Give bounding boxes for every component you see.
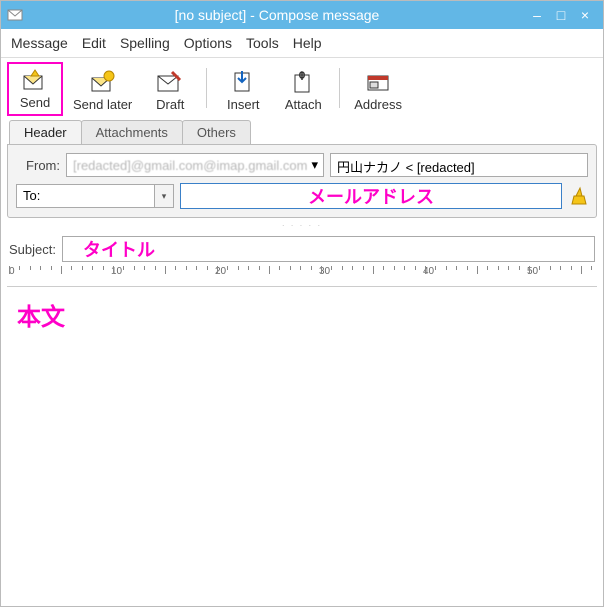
menu-options[interactable]: Options (184, 35, 232, 51)
maximize-button[interactable]: □ (549, 7, 573, 23)
from-name-value: 円山ナカノ < [redacted] (337, 160, 475, 175)
clear-recipients-button[interactable] (568, 186, 588, 206)
chevron-down-icon: ▾ (162, 191, 167, 202)
draft-label: Draft (156, 97, 184, 112)
editor-ruler: 0 10 20 30 40 50 (1, 266, 603, 286)
draft-button[interactable]: Draft (142, 62, 198, 116)
header-panel: From: [redacted]@gmail.com@imap.gmail.co… (7, 144, 597, 218)
insert-icon (229, 70, 257, 97)
send-button[interactable]: Send (7, 62, 63, 116)
panel-resize-gripper[interactable]: · · · · · (1, 218, 603, 232)
send-icon (21, 68, 49, 95)
title-bar: [no subject] - Compose message – □ × (1, 1, 603, 29)
subject-label: Subject: (9, 242, 56, 257)
annotation-body: 本文 (17, 304, 65, 331)
annotation-title: タイトル (83, 236, 155, 262)
from-value: [redacted]@gmail.com@imap.gmail.com (73, 158, 307, 173)
menu-message[interactable]: Message (11, 35, 68, 51)
subject-input[interactable]: タイトル (62, 236, 595, 262)
close-button[interactable]: × (573, 7, 597, 23)
recipient-type-dropdown-button[interactable]: ▾ (154, 184, 174, 208)
attach-label: Attach (285, 97, 322, 112)
send-later-label: Send later (73, 97, 132, 112)
compose-tabs: Header Attachments Others (1, 120, 603, 144)
address-label: Address (354, 97, 402, 112)
recipient-type-select[interactable]: To: ▾ (16, 184, 174, 208)
recipient-address-input[interactable]: メールアドレス (180, 183, 562, 209)
menu-bar: Message Edit Spelling Options Tools Help (1, 29, 603, 58)
toolbar-separator-2 (339, 68, 340, 108)
minimize-button[interactable]: – (525, 7, 549, 23)
menu-tools[interactable]: Tools (246, 35, 279, 51)
insert-button[interactable]: Insert (215, 62, 271, 116)
subject-row: Subject: タイトル (1, 232, 603, 266)
tab-others[interactable]: Others (182, 120, 251, 144)
insert-label: Insert (227, 97, 260, 112)
from-name-field[interactable]: 円山ナカノ < [redacted] (330, 153, 588, 177)
from-label: From: (16, 158, 60, 173)
send-later-icon (89, 70, 117, 97)
menu-help[interactable]: Help (293, 35, 322, 51)
tab-header[interactable]: Header (9, 120, 82, 144)
tab-attachments[interactable]: Attachments (81, 120, 183, 144)
toolbar-separator (206, 68, 207, 108)
attach-icon (289, 70, 317, 97)
annotation-mail-address: メールアドレス (308, 183, 434, 209)
menu-edit[interactable]: Edit (82, 35, 106, 51)
window-title: [no subject] - Compose message (29, 7, 525, 23)
attach-button[interactable]: Attach (275, 62, 331, 116)
address-button[interactable]: Address (348, 62, 408, 116)
from-dropdown[interactable]: [redacted]@gmail.com@imap.gmail.com ▾ (66, 153, 324, 177)
toolbar: Send Send later Draft Insert Attach Addr… (1, 58, 603, 120)
menu-spelling[interactable]: Spelling (120, 35, 170, 51)
send-label: Send (20, 95, 50, 110)
send-later-button[interactable]: Send later (67, 62, 138, 116)
recipient-type-value: To: (16, 184, 154, 208)
address-icon (364, 70, 392, 97)
draft-icon (156, 70, 184, 97)
chevron-down-icon: ▾ (311, 157, 318, 173)
app-icon (7, 7, 23, 23)
message-body-editor[interactable]: 本文 (7, 286, 597, 556)
